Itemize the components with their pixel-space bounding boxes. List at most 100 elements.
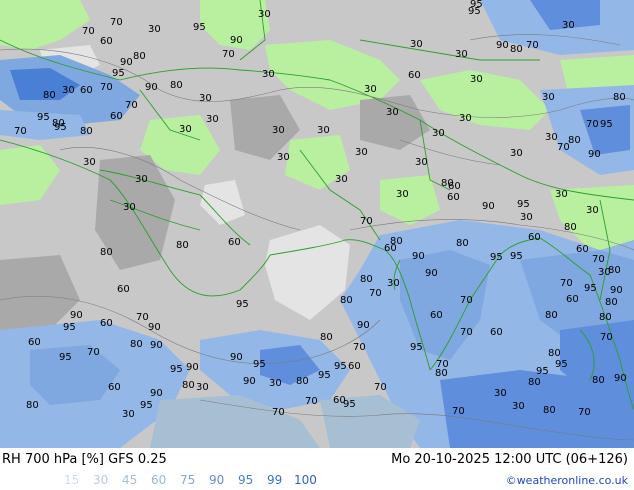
contour-label: 30	[179, 124, 192, 135]
contour-label: 90	[412, 251, 425, 262]
contour-label: 70	[14, 126, 27, 137]
contour-label: 90	[148, 322, 161, 333]
contour-label: 30	[470, 74, 483, 85]
contour-label: 80	[360, 274, 373, 285]
legend-item: 75	[180, 473, 196, 487]
contour-label: 60	[408, 70, 421, 81]
contour-label: 90	[614, 373, 627, 384]
contour-label: 30	[277, 152, 290, 163]
contour-label: 30	[555, 189, 568, 200]
contour-label: 90	[496, 40, 509, 51]
contour-label: 30	[545, 132, 558, 143]
contour-label: 60	[228, 237, 241, 248]
contour-label: 70	[222, 49, 235, 60]
contour-label: 60	[430, 310, 443, 321]
contour-label: 90	[425, 268, 438, 279]
contour-label: 80	[568, 135, 581, 146]
contour-label: 60	[100, 36, 113, 47]
contour-label: 60	[528, 232, 541, 243]
contour-label: 30	[148, 24, 161, 35]
contour-label: 90	[230, 352, 243, 363]
contour-label: 70	[305, 396, 318, 407]
contour-label: 30	[455, 49, 468, 60]
contour-label: 80	[545, 310, 558, 321]
contour-label: 80	[130, 339, 143, 350]
contour-label: 80	[608, 265, 621, 276]
contour-label: 30	[196, 382, 209, 393]
valid-time: Mo 20-10-2025 12:00 UTC (06+126)	[391, 452, 628, 467]
contour-label: 30	[83, 157, 96, 168]
contour-label: 80	[176, 240, 189, 251]
contour-label: 60	[348, 361, 361, 372]
contour-label: 30	[364, 84, 377, 95]
contour-label: 30	[62, 85, 75, 96]
contour-label: 60	[576, 244, 589, 255]
contour-label: 80	[456, 238, 469, 249]
contour-label: 30	[542, 92, 555, 103]
contour-label: 70	[272, 407, 285, 418]
contour-label: 70	[360, 216, 373, 227]
contour-label: 70	[100, 82, 113, 93]
legend-item: 99	[267, 473, 283, 487]
contour-label: 80	[320, 332, 333, 343]
contour-label: 80	[548, 348, 561, 359]
contour-label: 80	[182, 380, 195, 391]
contour-label: 60	[448, 181, 461, 192]
contour-label: 60	[28, 337, 41, 348]
contour-label: 70	[460, 327, 473, 338]
contour-label: 30	[512, 401, 525, 412]
contour-label: 95	[112, 68, 125, 79]
contour-label: 30	[258, 9, 271, 20]
contour-label: 80	[435, 368, 448, 379]
contour-label: 70	[125, 100, 138, 111]
contour-label: 60	[108, 382, 121, 393]
contour-label: 80	[599, 312, 612, 323]
contour-label: 60	[80, 85, 93, 96]
contour-label: 80	[100, 247, 113, 258]
contour-label: 70	[87, 347, 100, 358]
contour-label: 70	[592, 254, 605, 265]
contour-label: 95	[410, 342, 423, 353]
contour-label: 90	[120, 57, 133, 68]
contour-label: 80	[510, 44, 523, 55]
contour-label: 30	[396, 189, 409, 200]
contour-label: 80	[26, 400, 39, 411]
credit-link[interactable]: ©weatheronline.co.uk	[506, 474, 628, 487]
contour-label: 30	[415, 157, 428, 168]
legend-item: 15	[64, 473, 80, 487]
contour-label: 80	[528, 377, 541, 388]
contour-label: 95	[37, 112, 50, 123]
contour-label: 60	[384, 243, 397, 254]
contour-label: 70	[557, 142, 570, 153]
contour-label: 30	[122, 409, 135, 420]
contour-label: 95	[334, 361, 347, 372]
contour-label: 90	[357, 320, 370, 331]
contour-label: 95	[253, 359, 266, 370]
contour-label: 30	[387, 278, 400, 289]
contour-label: 30	[135, 174, 148, 185]
contour-label: 90	[150, 388, 163, 399]
contour-label: 95	[510, 251, 523, 262]
contour-label: 60	[110, 111, 123, 122]
contour-label: 70	[136, 312, 149, 323]
contour-label: 70	[526, 40, 539, 51]
map-title: RH 700 hPa [%] GFS 0.25	[2, 452, 167, 467]
contour-label: 90	[243, 376, 256, 387]
legend-item: 90	[209, 473, 225, 487]
contour-label: 30	[262, 69, 275, 80]
legend-item: 100	[294, 473, 317, 487]
contour-label: 80	[170, 80, 183, 91]
contour-label: 80	[80, 126, 93, 137]
contour-label: 90	[150, 340, 163, 351]
contour-label: 70	[82, 26, 95, 37]
contour-label: 70	[578, 407, 591, 418]
contour-label: 60	[490, 327, 503, 338]
contour-label: 90	[230, 35, 243, 46]
contour-label: 30	[335, 174, 348, 185]
contour-label: 30	[199, 93, 212, 104]
contour-label: 30	[494, 388, 507, 399]
contour-label: 70	[369, 288, 382, 299]
contour-label: 30	[410, 39, 423, 50]
map-footer: RH 700 hPa [%] GFS 0.25 Mo 20-10-2025 12…	[0, 448, 634, 490]
contour-label: 90	[588, 149, 601, 160]
